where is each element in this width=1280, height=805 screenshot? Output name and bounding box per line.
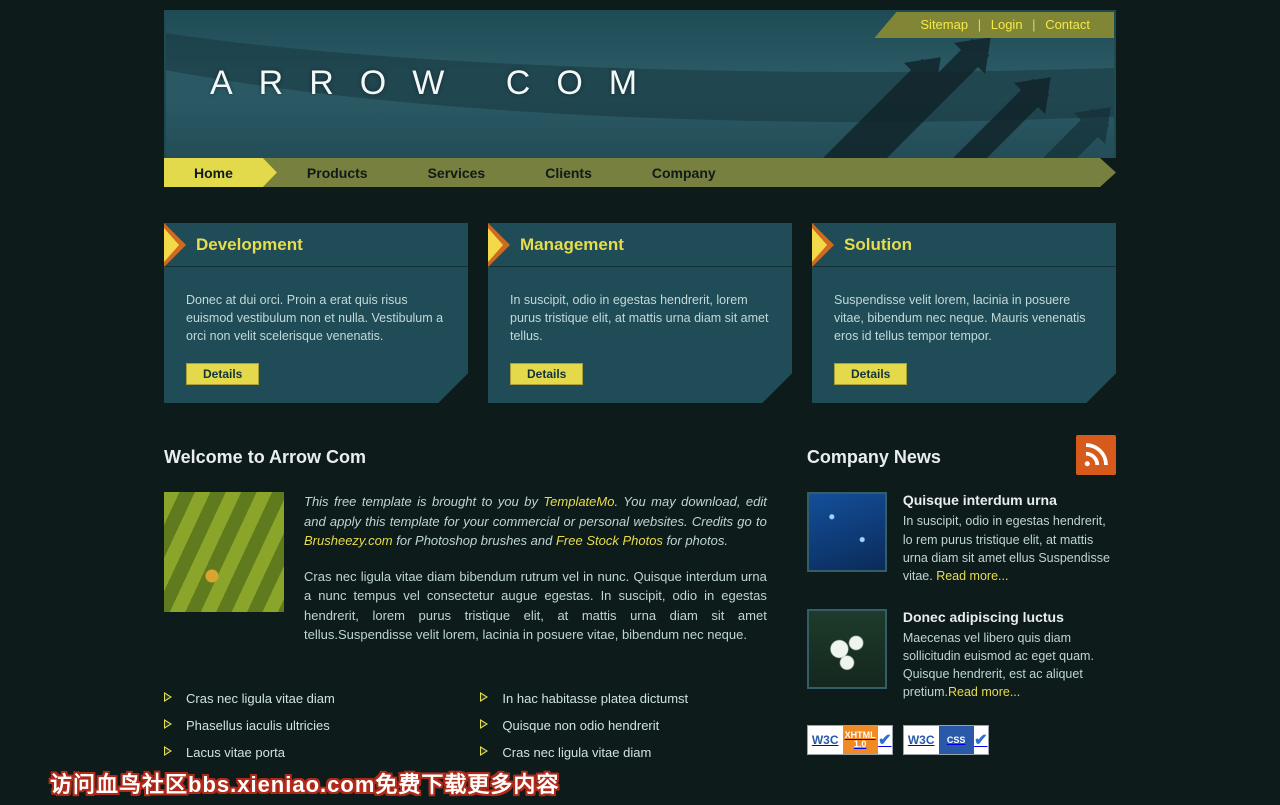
feature-management: Management In suscipit, odio in egestas … — [488, 223, 792, 403]
list-item[interactable]: Quisque non odio hendrerit — [480, 712, 766, 739]
css-badge[interactable]: W3C CSS ✔ — [903, 725, 989, 755]
menu-services[interactable]: Services — [398, 158, 516, 187]
read-more-link[interactable]: Read more... — [936, 569, 1008, 583]
read-more-link[interactable]: Read more... — [948, 685, 1020, 699]
welcome-p1: This free template is brought to you by … — [304, 492, 767, 551]
news-title: Donec adipiscing luctus — [903, 609, 1116, 625]
feature-solution: Solution Suspendisse velit lorem, lacini… — [812, 223, 1116, 403]
list-item[interactable]: Cras nec ligula vitae diam — [164, 685, 450, 712]
details-button[interactable]: Details — [186, 363, 259, 385]
menu-home[interactable]: Home — [164, 158, 277, 187]
features-row: Development Donec at dui orci. Proin a e… — [164, 223, 1116, 403]
arrow-icon — [164, 223, 186, 267]
feature-title: Development — [196, 235, 303, 255]
feature-text: Donec at dui orci. Proin a erat quis ris… — [164, 267, 468, 363]
feature-text: In suscipit, odio in egestas hendrerit, … — [488, 267, 792, 363]
page-header: Sitemap | Login | Contact ARROW COM — [164, 10, 1116, 158]
news-text: Maecenas vel libero quis diam sollicitud… — [903, 629, 1116, 702]
welcome-p2: Cras nec ligula vitae diam bibendum rutr… — [304, 567, 767, 645]
news-image — [807, 609, 887, 689]
welcome-section: Welcome to Arrow Com This free template … — [164, 447, 767, 766]
feature-development: Development Donec at dui orci. Proin a e… — [164, 223, 468, 403]
news-item: Quisque interdum urna In suscipit, odio … — [807, 492, 1116, 585]
main-menu: Home Products Services Clients Company — [164, 158, 1116, 187]
menu-products[interactable]: Products — [277, 158, 398, 187]
list-item[interactable]: Phasellus iaculis ultricies — [164, 712, 450, 739]
link-templatemo[interactable]: TemplateMo — [543, 494, 614, 509]
arrow-icon — [812, 223, 834, 267]
feature-title: Solution — [844, 235, 912, 255]
link-freestock[interactable]: Free Stock Photos — [556, 533, 663, 548]
details-button[interactable]: Details — [510, 363, 583, 385]
feature-title: Management — [520, 235, 624, 255]
news-section: Company News Quisque interdum urna In su… — [807, 447, 1116, 766]
news-item: Donec adipiscing luctus Maecenas vel lib… — [807, 609, 1116, 702]
menu-clients[interactable]: Clients — [515, 158, 622, 187]
link-columns: Cras nec ligula vitae diam Phasellus iac… — [164, 685, 767, 766]
list-item[interactable]: In hac habitasse platea dictumst — [480, 685, 766, 712]
site-title: ARROW COM — [166, 12, 1114, 103]
details-button[interactable]: Details — [834, 363, 907, 385]
welcome-heading: Welcome to Arrow Com — [164, 447, 767, 468]
news-heading: Company News — [807, 447, 1116, 468]
validator-badges: W3C XHTML1.0 ✔ W3C CSS ✔ — [807, 725, 1116, 755]
news-title: Quisque interdum urna — [903, 492, 1116, 508]
arrow-icon — [488, 223, 510, 267]
link-brusheezy[interactable]: Brusheezy.com — [304, 533, 393, 548]
xhtml-badge[interactable]: W3C XHTML1.0 ✔ — [807, 725, 893, 755]
list-item[interactable]: Lacus vitae porta — [164, 739, 450, 766]
welcome-image — [164, 492, 284, 612]
feature-text: Suspendisse velit lorem, lacinia in posu… — [812, 267, 1116, 363]
menu-company[interactable]: Company — [622, 158, 746, 187]
rss-icon[interactable] — [1076, 435, 1116, 475]
list-item[interactable]: Cras nec ligula vitae diam — [480, 739, 766, 766]
news-text: In suscipit, odio in egestas hendrerit, … — [903, 512, 1116, 585]
news-image — [807, 492, 887, 572]
overlay-banner: 访问血鸟社区bbs.xieniao.com免费下载更多内容 — [50, 767, 559, 799]
